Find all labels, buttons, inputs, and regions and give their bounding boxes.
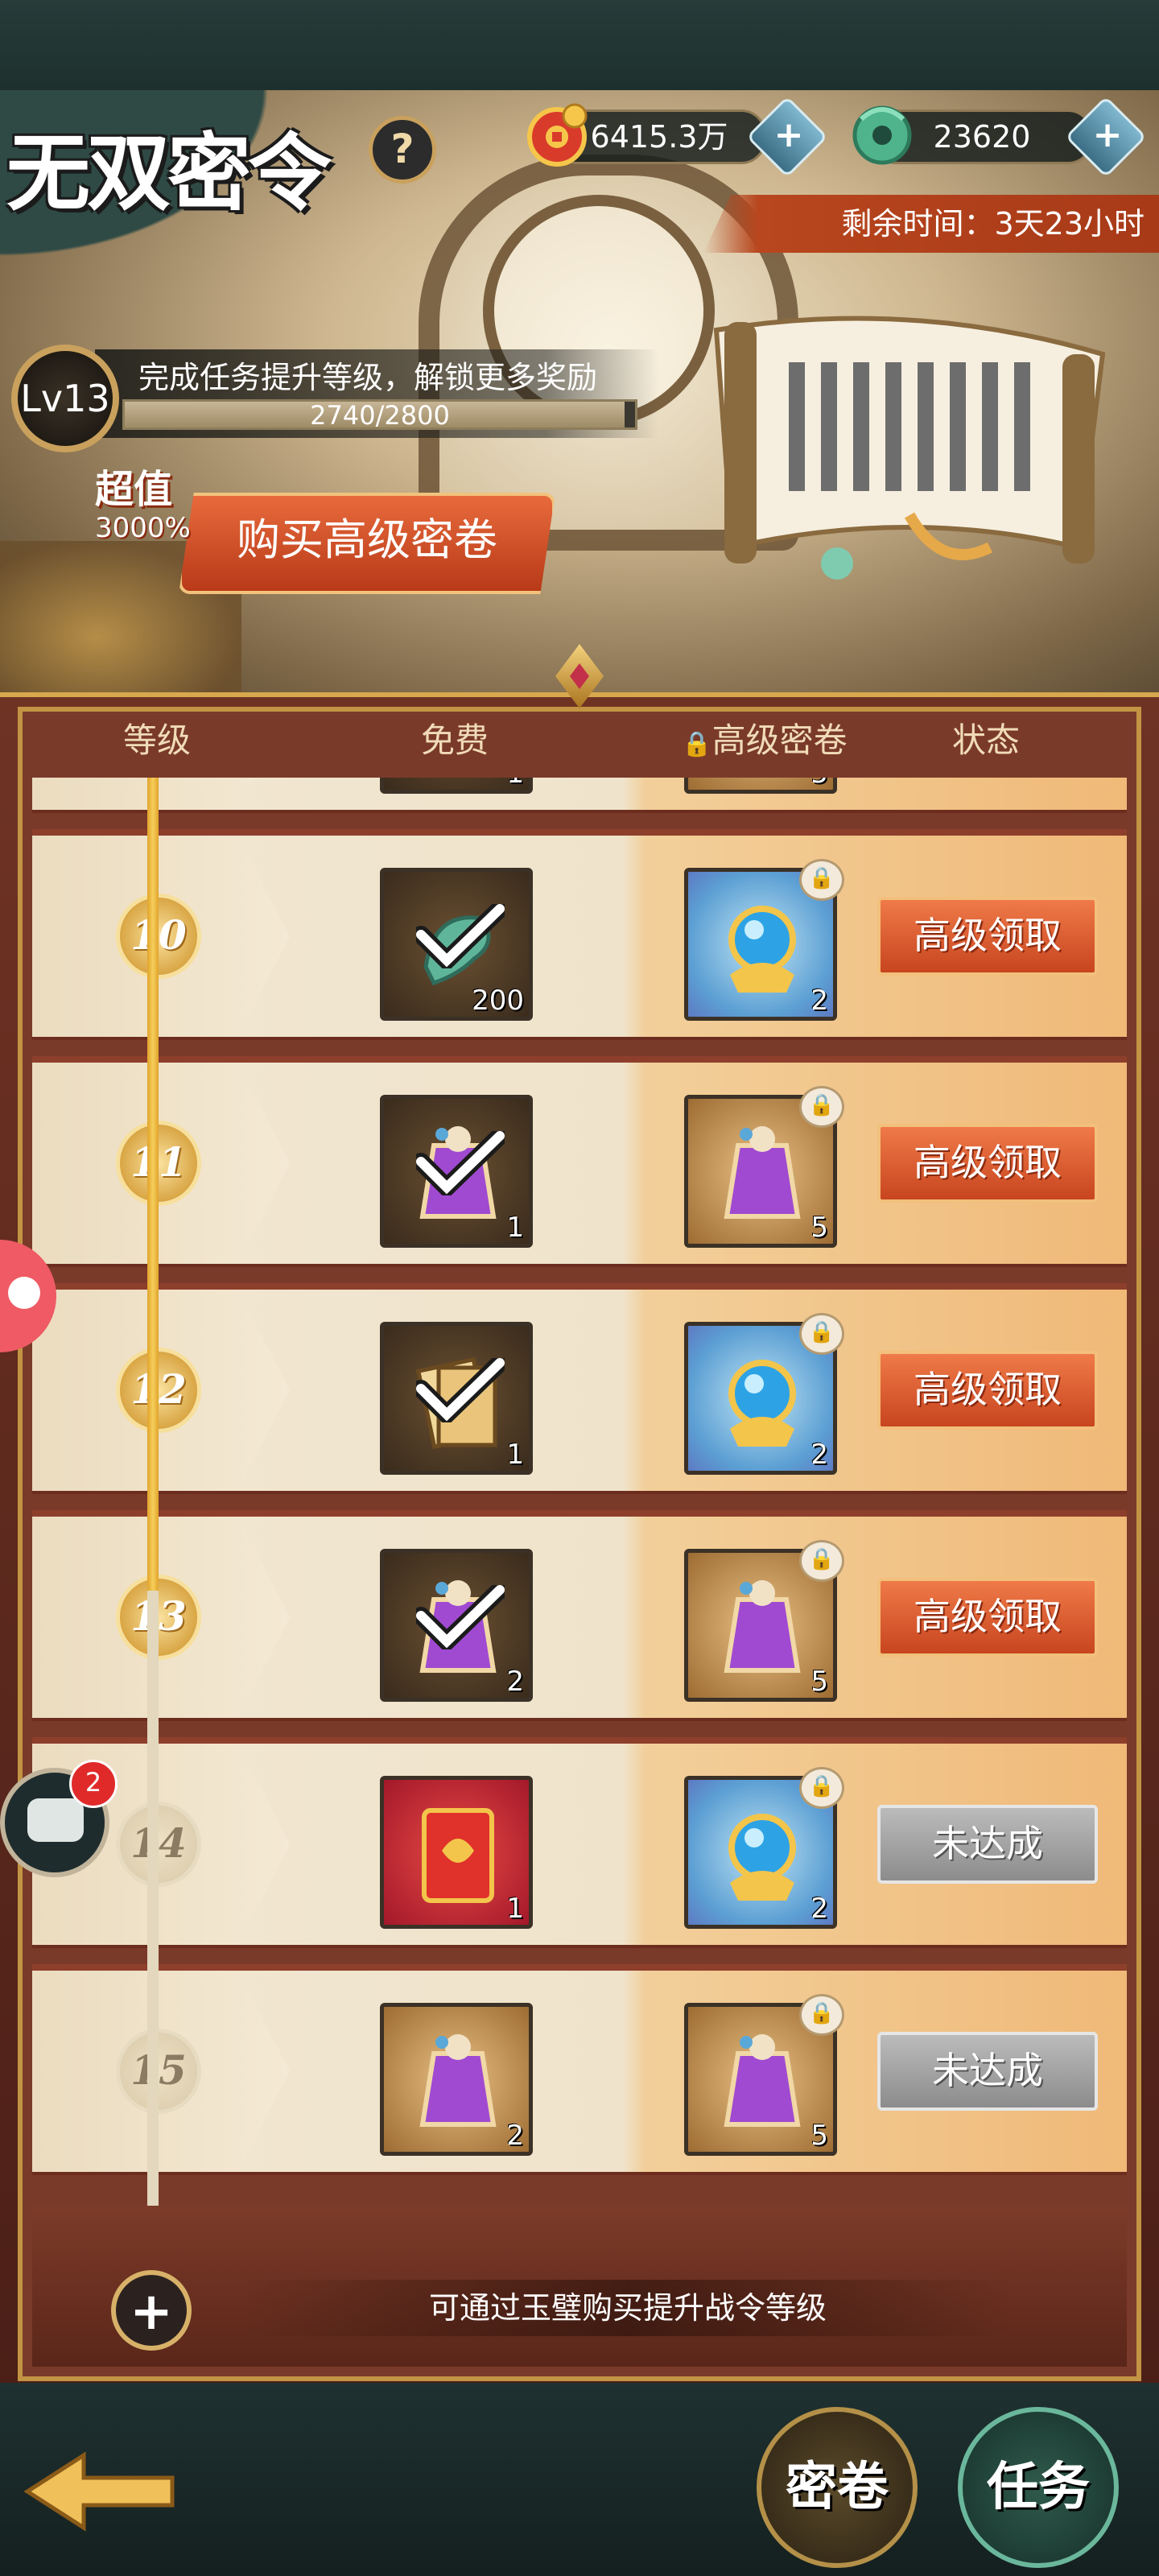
premium-reward-item[interactable]: 🔒5	[684, 1994, 844, 2156]
level-number: 14	[116, 1802, 201, 1887]
free-reward-item[interactable]: 200	[380, 868, 533, 1021]
free-reward-count: 2	[506, 2120, 524, 2152]
nav-tab-tasks[interactable]: 任务	[958, 2407, 1119, 2568]
premium-reward-item[interactable]: 🔒 2	[684, 859, 844, 1021]
premium-claim-button[interactable]: 高级领取	[877, 1351, 1098, 1430]
chat-bubble-icon	[27, 1798, 84, 1842]
claimed-check-icon	[416, 1358, 505, 1422]
claimed-check-icon	[416, 904, 505, 968]
lock-icon: 🔒	[799, 859, 844, 901]
purple-bag-icon	[724, 1126, 801, 1219]
premium-reward-count: 2	[810, 985, 828, 1017]
premium-claim-button[interactable]: 高级领取	[877, 1124, 1098, 1203]
not-reached-button: 未达成	[877, 2032, 1098, 2111]
back-arrow-icon[interactable]	[19, 2447, 180, 2536]
purple-bag-icon	[724, 2034, 801, 2127]
free-reward-item[interactable]: 1	[380, 1095, 533, 1248]
level-number: 13	[116, 1575, 201, 1660]
premium-reward-count: 5	[810, 1212, 828, 1244]
red-envelope-icon	[422, 1808, 494, 1903]
column-header-level: 等级	[122, 720, 191, 760]
claimed-check-icon	[416, 1585, 505, 1649]
reward-list[interactable]: 91🔒510200🔒2高级领取111🔒5高级领取121🔒2高级领取132🔒5高级…	[32, 778, 1127, 2206]
buy-level-plus-button[interactable]: +	[111, 2270, 192, 2351]
level-progress-text: 2740/2800	[310, 400, 450, 431]
claimed-check-icon	[416, 1131, 505, 1195]
premium-reward-count: 5	[810, 778, 828, 790]
reward-row: 12 1 🔒 2 高级领取	[32, 1283, 1127, 1494]
progress-timeline	[147, 778, 159, 1591]
level-number: 11	[116, 1121, 201, 1206]
column-header-status: 状态	[951, 720, 1020, 760]
reward-row: 13 2 🔒 5 高级领取	[32, 1510, 1127, 1721]
free-reward-item[interactable]: 2	[380, 1549, 533, 1702]
purple-bag-icon	[724, 1580, 801, 1673]
lock-icon: 🔒	[799, 1767, 844, 1809]
premium-reward-count: 5	[810, 1666, 828, 1698]
column-header-premium: 🔒高级密卷	[682, 720, 848, 760]
purple-bag-icon	[419, 2034, 497, 2127]
level-cell	[32, 778, 290, 810]
free-reward-count: 2	[506, 1666, 524, 1698]
progress-timeline-locked	[147, 1591, 159, 2219]
premium-reward-item[interactable]: 🔒5	[684, 1540, 844, 1702]
scroll-illustration	[713, 316, 1106, 580]
free-reward-item[interactable]: 1	[380, 778, 533, 794]
help-button[interactable]: ?	[369, 116, 436, 184]
chat-button[interactable]: 2	[0, 1760, 118, 1877]
lock-icon: 🔒	[799, 1994, 844, 2036]
free-reward-count: 1	[506, 778, 524, 790]
reward-row: 91🔒5	[32, 778, 1127, 813]
premium-claim-button[interactable]: 高级领取	[877, 897, 1098, 976]
lock-icon: 🔒	[799, 1540, 844, 1582]
buy-premium-button[interactable]: 购买高级密卷	[179, 493, 555, 594]
premium-reward-item[interactable]: 🔒 2	[684, 1767, 844, 1929]
level-number: 12	[116, 1348, 201, 1433]
blue-orb-icon	[728, 906, 796, 993]
free-reward-item[interactable]: 2	[380, 2003, 533, 2156]
premium-reward-count: 2	[810, 1893, 828, 1925]
free-reward-item[interactable]: 1	[380, 1776, 533, 1929]
footer-hint: 可通过玉璧购买提升战令等级	[241, 2280, 1014, 2336]
free-reward-count: 1	[506, 1212, 524, 1244]
lock-icon: 🔒	[682, 730, 712, 758]
super-value-tag: 超值	[95, 467, 173, 512]
free-reward-count: 1	[506, 1439, 524, 1471]
level-badge: Lv13	[11, 345, 119, 452]
page-title: 无双密令	[6, 123, 332, 222]
reward-row: 14 1 🔒 2 未达成	[32, 1737, 1127, 1948]
level-number: 15	[116, 2029, 201, 2114]
blue-orb-icon	[728, 1814, 796, 1901]
not-reached-button: 未达成	[877, 1805, 1098, 1884]
reward-row: 11 1 🔒 5 高级领取	[32, 1056, 1127, 1267]
side-float-icon	[8, 1277, 40, 1309]
lock-icon: 🔒	[799, 1313, 844, 1355]
level-hint: 完成任务提升等级，解锁更多奖励	[138, 360, 598, 395]
premium-reward-count: 5	[810, 2120, 828, 2152]
value-percent: 3000%	[95, 512, 191, 544]
remaining-time: 剩余时间：3天23小时	[703, 195, 1159, 253]
chat-badge: 2	[69, 1760, 118, 1808]
lock-icon: 🔒	[799, 1086, 844, 1128]
free-reward-count: 1	[506, 1893, 524, 1925]
level-number: 10	[116, 894, 201, 979]
premium-reward-item[interactable]: 🔒5	[684, 1086, 844, 1248]
premium-claim-button[interactable]: 高级领取	[877, 1578, 1098, 1657]
column-header-free: 免费	[420, 720, 489, 760]
top-strip	[0, 0, 1159, 93]
free-reward-item[interactable]: 1	[380, 1322, 533, 1475]
blue-orb-icon	[728, 1360, 796, 1447]
level-progress-bar: 2740/2800	[122, 399, 637, 431]
gold-coin-icon	[518, 95, 596, 172]
premium-reward-item[interactable]: 🔒5	[684, 778, 837, 794]
nav-tab-scroll[interactable]: 密卷	[757, 2407, 918, 2568]
reward-row: 10 200 🔒 2 高级领取	[32, 829, 1127, 1040]
jade-icon	[843, 95, 921, 172]
free-reward-count: 200	[472, 985, 524, 1017]
premium-reward-count: 2	[810, 1439, 828, 1471]
reward-row: 15 2 🔒 5 未达成	[32, 1964, 1127, 2175]
premium-reward-item[interactable]: 🔒 2	[684, 1313, 844, 1475]
